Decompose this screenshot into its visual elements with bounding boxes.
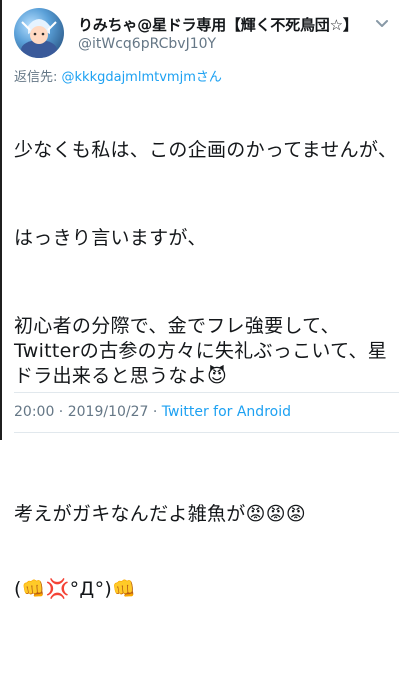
tweet-paragraph-3: 初心者の分際で、金でフレ強要して、Twitterの古参の方々に失礼ぶっこいて、星… xyxy=(14,315,388,387)
tweet-paragraph-4: 考えがガキなんだよ雑魚が😡😡😡 (👊💢°Д°)👊 xyxy=(14,452,399,652)
tweet-header: りみちゃ@星ドラ専用【輝く不死鳥団☆】 @itWcq6pRCbvJ10Y xyxy=(14,8,399,58)
divider xyxy=(14,392,399,393)
tweet-date[interactable]: 2019/10/27 xyxy=(68,404,149,420)
chevron-down-icon[interactable] xyxy=(373,14,391,32)
tweet-paragraph-2: はっきり言いますが、 xyxy=(14,227,207,249)
tweet-source-link[interactable]: Twitter for Android xyxy=(162,404,291,420)
meta-separator: · xyxy=(54,404,68,420)
avatar-image xyxy=(21,19,57,58)
tweet-paragraph-1: 少なくも私は、この企画のかってませんが、 xyxy=(14,139,398,161)
meta-separator: · xyxy=(148,404,162,420)
divider xyxy=(14,432,399,433)
handle[interactable]: @itWcq6pRCbvJ10Y xyxy=(78,36,216,52)
tweet-text: 少なくも私は、この企画のかってませんが、 はっきり言いますが、 初心者の分際で、… xyxy=(14,88,399,677)
tweet-time[interactable]: 20:00 xyxy=(14,404,54,420)
tweet-line: (👊💢°Д°)👊 xyxy=(14,578,137,600)
reply-prefix: 返信先: xyxy=(14,70,62,85)
tweet-line: 考えがガキなんだよ雑魚が😡😡😡 xyxy=(14,503,306,525)
reply-mention-link[interactable]: @kkkgdajmlmtvmjmさん xyxy=(62,70,222,85)
avatar[interactable] xyxy=(14,8,64,58)
display-name[interactable]: りみちゃ@星ドラ専用【輝く不死鳥団☆】 xyxy=(78,14,358,35)
tweet-meta: 20:00 · 2019/10/27 · Twitter for Android xyxy=(14,404,291,420)
reply-to: 返信先: @kkkgdajmlmtvmjmさん xyxy=(14,66,222,85)
window-edge xyxy=(0,0,2,440)
